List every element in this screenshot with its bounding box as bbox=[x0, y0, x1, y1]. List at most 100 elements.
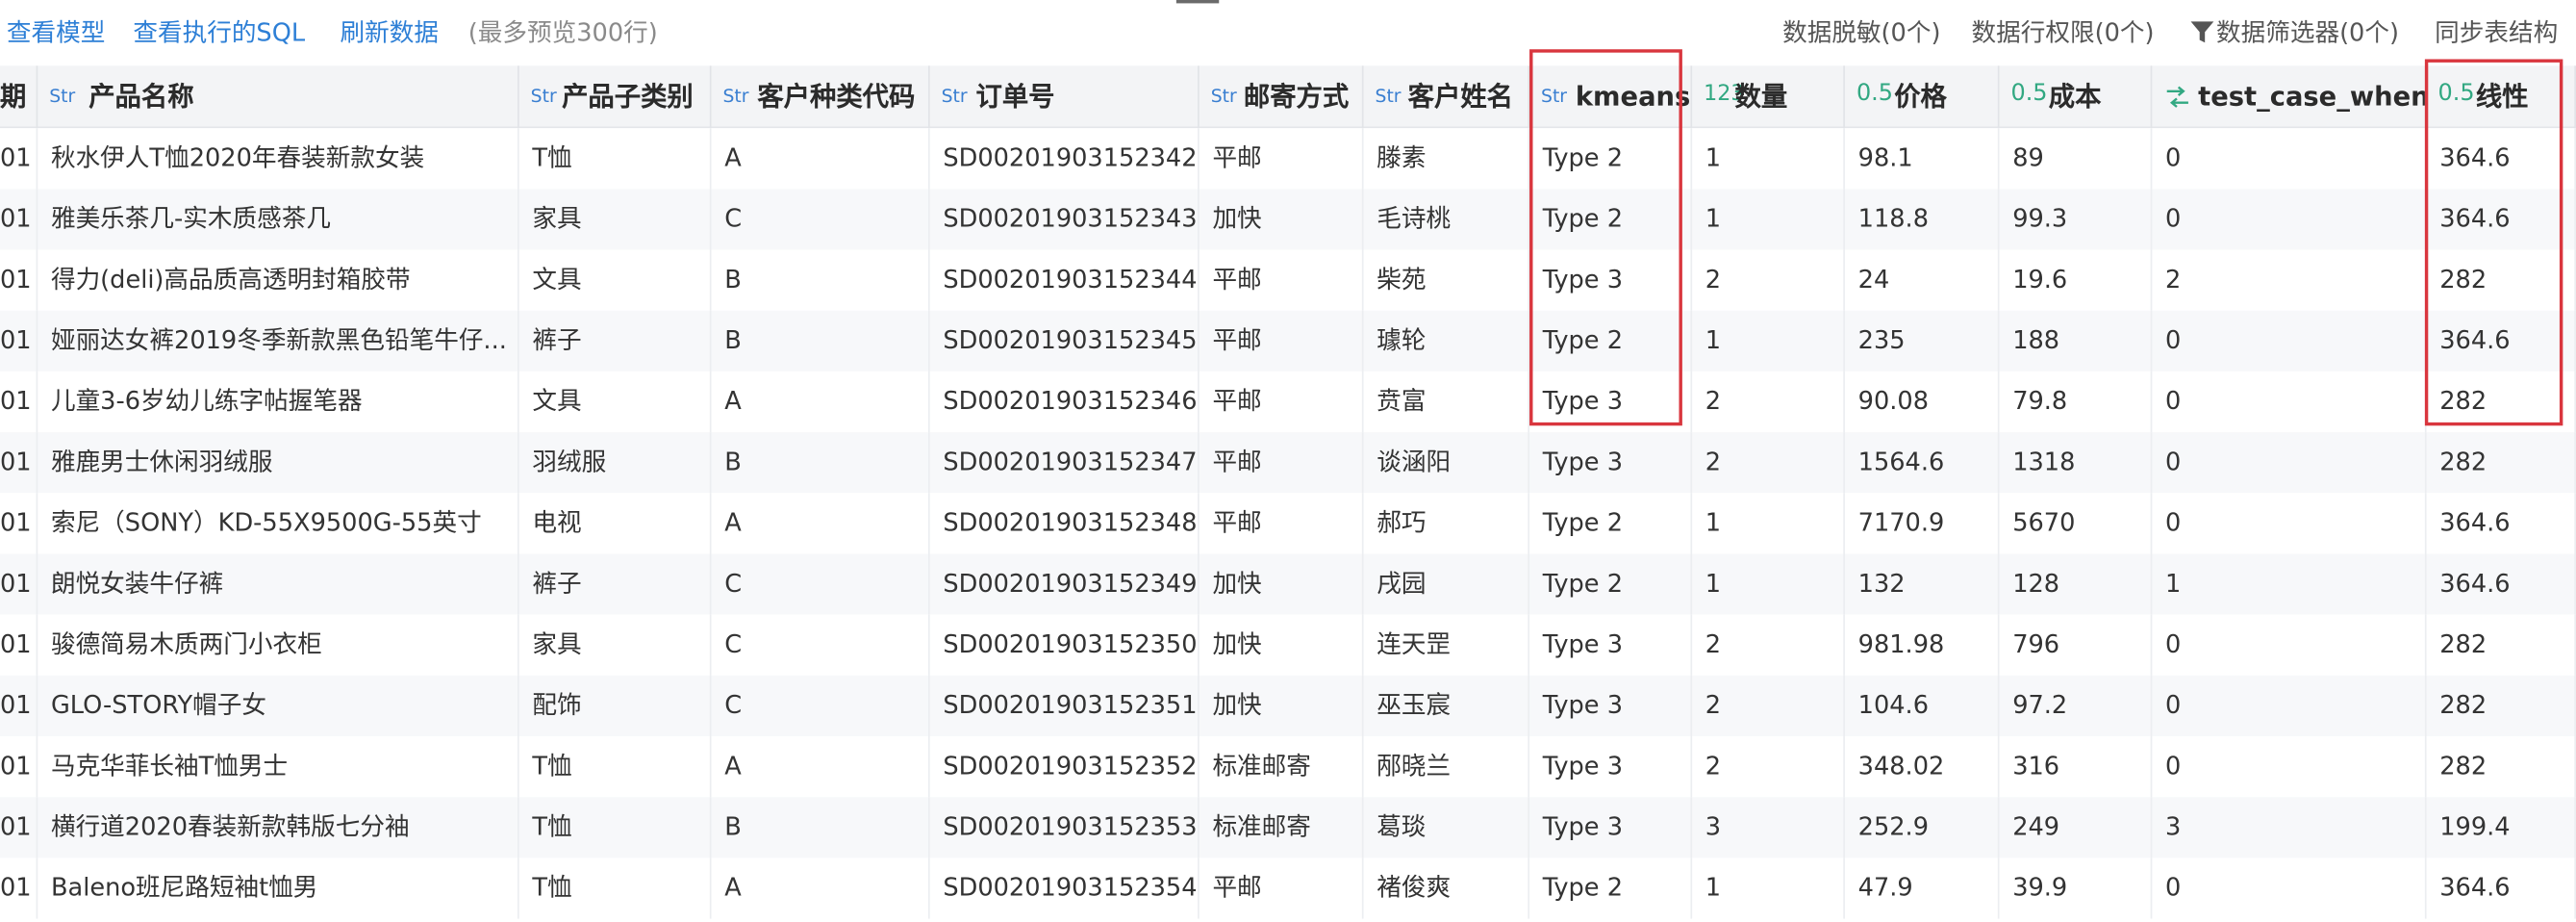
column-header[interactable]: Str 邮寄方式 bbox=[1200, 65, 1364, 129]
table-cell[interactable]: 娅丽达女裤2019冬季新款黑色铅笔牛仔... bbox=[38, 310, 519, 371]
table-cell[interactable]: 98.1 bbox=[1845, 128, 2000, 190]
table-cell[interactable]: 235 bbox=[1845, 310, 2000, 371]
table-cell[interactable]: SD00201903152354 bbox=[930, 858, 1200, 919]
table-cell[interactable]: Type 2 bbox=[1529, 858, 1693, 919]
table-cell[interactable]: Type 2 bbox=[1529, 310, 1693, 371]
table-cell[interactable]: 文具 bbox=[519, 371, 712, 433]
table-cell[interactable]: 1 bbox=[1692, 310, 1845, 371]
table-cell[interactable]: 01 bbox=[0, 736, 38, 798]
table-cell[interactable]: A bbox=[712, 493, 930, 554]
table-cell[interactable]: 文具 bbox=[519, 249, 712, 311]
table-cell[interactable]: T恤 bbox=[519, 858, 712, 919]
table-cell[interactable]: 谈涵阳 bbox=[1364, 432, 1530, 494]
table-cell[interactable]: SD00201903152351 bbox=[930, 675, 1200, 737]
table-cell[interactable]: 01 bbox=[0, 128, 38, 190]
table-cell[interactable]: 99.3 bbox=[2000, 189, 2153, 250]
table-cell[interactable]: 01 bbox=[0, 858, 38, 919]
table-cell[interactable]: 2 bbox=[1692, 736, 1845, 798]
table-cell[interactable]: 配饰 bbox=[519, 675, 712, 737]
table-cell[interactable]: C bbox=[712, 614, 930, 676]
table-cell[interactable]: 璩轮 bbox=[1364, 310, 1530, 371]
table-cell[interactable]: 加快 bbox=[1200, 675, 1364, 737]
table-cell[interactable]: T恤 bbox=[519, 797, 712, 858]
table-row[interactable]: 01 儿童3-6岁幼儿练字帖握笔器 文具 A SD00201903152346 平邮 贲富 T… bbox=[0, 371, 2576, 433]
table-cell[interactable]: 47.9 bbox=[1845, 858, 2000, 919]
data-desensitize-button[interactable]: 数据脱敏(0个) bbox=[1782, 16, 1940, 49]
table-cell[interactable]: 裤子 bbox=[519, 310, 712, 371]
table-cell[interactable]: 348.02 bbox=[1845, 736, 2000, 798]
table-cell[interactable]: 364.6 bbox=[2427, 310, 2576, 371]
table-cell[interactable]: SD00201903152350 bbox=[930, 614, 1200, 676]
table-cell[interactable]: 252.9 bbox=[1845, 797, 2000, 858]
table-cell[interactable]: T恤 bbox=[519, 736, 712, 798]
table-cell[interactable]: 7170.9 bbox=[1845, 493, 2000, 554]
table-cell[interactable]: 01 bbox=[0, 371, 38, 433]
table-row[interactable]: 01 朗悦女装牛仔裤 裤子 C SD00201903152349 加快 戌园 Type 211… bbox=[0, 553, 2576, 615]
table-cell[interactable]: SD00201903152349 bbox=[930, 553, 1200, 615]
table-cell[interactable]: Type 3 bbox=[1529, 736, 1693, 798]
table-row[interactable]: 0 1 娅丽达女裤2019冬季新款黑色铅笔牛仔... 裤子 B SD00201903152… bbox=[0, 310, 2576, 371]
table-cell[interactable]: SD00201903152352 bbox=[930, 736, 1200, 798]
table-row[interactable]: 01 横行道2020春装新款韩版七分袖 T恤 B SD00201903152353 标准邮… bbox=[0, 797, 2576, 858]
table-cell[interactable]: 118.8 bbox=[1845, 189, 2000, 250]
table-cell[interactable]: 平邮 bbox=[1200, 249, 1364, 311]
table-cell[interactable]: Type 3 bbox=[1529, 614, 1693, 676]
column-header[interactable]: 123 数量 bbox=[1692, 65, 1845, 129]
table-cell[interactable]: 平邮 bbox=[1200, 371, 1364, 433]
table-cell[interactable]: 2 bbox=[1692, 614, 1845, 676]
table-cell[interactable]: Baleno班尼路短袖t恤男 bbox=[38, 858, 519, 919]
table-cell[interactable]: 5670 bbox=[2000, 493, 2153, 554]
table-cell[interactable]: B bbox=[712, 310, 930, 371]
table-cell[interactable]: 2 bbox=[2152, 249, 2427, 311]
table-cell[interactable]: 0 bbox=[2152, 736, 2427, 798]
table-cell[interactable]: 儿童3-6岁幼儿练字帖握笔器 bbox=[38, 371, 519, 433]
table-cell[interactable]: 199.4 bbox=[2427, 797, 2576, 858]
table-cell[interactable]: 0 bbox=[2152, 858, 2427, 919]
refresh-data-link[interactable]: 刷新数据 bbox=[341, 16, 440, 49]
table-cell[interactable]: 巫玉宸 bbox=[1364, 675, 1530, 737]
table-cell[interactable]: Type 2 bbox=[1529, 128, 1693, 190]
table-cell[interactable]: 132 bbox=[1845, 553, 2000, 615]
table-cell[interactable]: 1 bbox=[1692, 493, 1845, 554]
table-cell[interactable]: B bbox=[712, 432, 930, 494]
table-row[interactable]: 01 雅美乐茶几-实木质感茶几 家具 C SD00201903152343 加快 毛诗桃 Ty… bbox=[0, 189, 2576, 250]
table-cell[interactable]: 加快 bbox=[1200, 189, 1364, 250]
table-cell[interactable]: 01 bbox=[0, 249, 38, 311]
table-cell[interactable]: 1564.6 bbox=[1845, 432, 2000, 494]
table-cell[interactable]: 0 bbox=[2152, 310, 2427, 371]
table-cell[interactable]: 3 bbox=[2152, 797, 2427, 858]
column-header[interactable]: 期 bbox=[0, 65, 38, 129]
table-cell[interactable]: 平邮 bbox=[1200, 493, 1364, 554]
table-cell[interactable]: 01 bbox=[0, 493, 38, 554]
table-cell[interactable]: 0 bbox=[2152, 128, 2427, 190]
column-header[interactable]: 0.5 价格 bbox=[1845, 65, 2000, 129]
table-cell[interactable]: 加快 bbox=[1200, 614, 1364, 676]
table-cell[interactable]: 01 bbox=[0, 675, 38, 737]
table-cell[interactable]: 282 bbox=[2427, 249, 2576, 311]
table-cell[interactable]: 97.2 bbox=[2000, 675, 2153, 737]
table-cell[interactable]: 79.8 bbox=[2000, 371, 2153, 433]
table-cell[interactable]: 毛诗桃 bbox=[1364, 189, 1530, 250]
table-cell[interactable]: SD00201903152345 bbox=[930, 310, 1200, 371]
table-cell[interactable]: 01 bbox=[0, 614, 38, 676]
table-cell[interactable]: 364.6 bbox=[2427, 493, 2576, 554]
table-cell[interactable]: 104.6 bbox=[1845, 675, 2000, 737]
column-header[interactable]: Str 产品子类别 bbox=[519, 65, 712, 129]
table-cell[interactable]: 1 bbox=[1692, 553, 1845, 615]
table-cell[interactable]: 39.9 bbox=[2000, 858, 2153, 919]
table-cell[interactable]: 981.98 bbox=[1845, 614, 2000, 676]
table-row[interactable]: 01 得力(deli)高品质高透明封箱胶带 文具 B SD00201903152344 平… bbox=[0, 249, 2576, 311]
table-cell[interactable]: 羽绒服 bbox=[519, 432, 712, 494]
table-row[interactable]: 01 索尼（SONY）KD-55X9500G-55英寸 电视 A SD002019031… bbox=[0, 493, 2576, 554]
table-cell[interactable]: 葛琰 bbox=[1364, 797, 1530, 858]
table-cell[interactable]: 19.6 bbox=[2000, 249, 2153, 311]
table-cell[interactable]: 188 bbox=[2000, 310, 2153, 371]
table-cell[interactable]: 骏德简易木质两门小衣柜 bbox=[38, 614, 519, 676]
table-cell[interactable]: 796 bbox=[2000, 614, 2153, 676]
table-cell[interactable]: 家具 bbox=[519, 189, 712, 250]
table-cell[interactable]: SD00201903152342 bbox=[930, 128, 1200, 190]
table-cell[interactable]: 1 bbox=[1692, 858, 1845, 919]
table-cell[interactable]: Type 3 bbox=[1529, 249, 1693, 311]
table-cell[interactable]: 2 bbox=[1692, 249, 1845, 311]
table-cell[interactable]: 2 bbox=[1692, 432, 1845, 494]
